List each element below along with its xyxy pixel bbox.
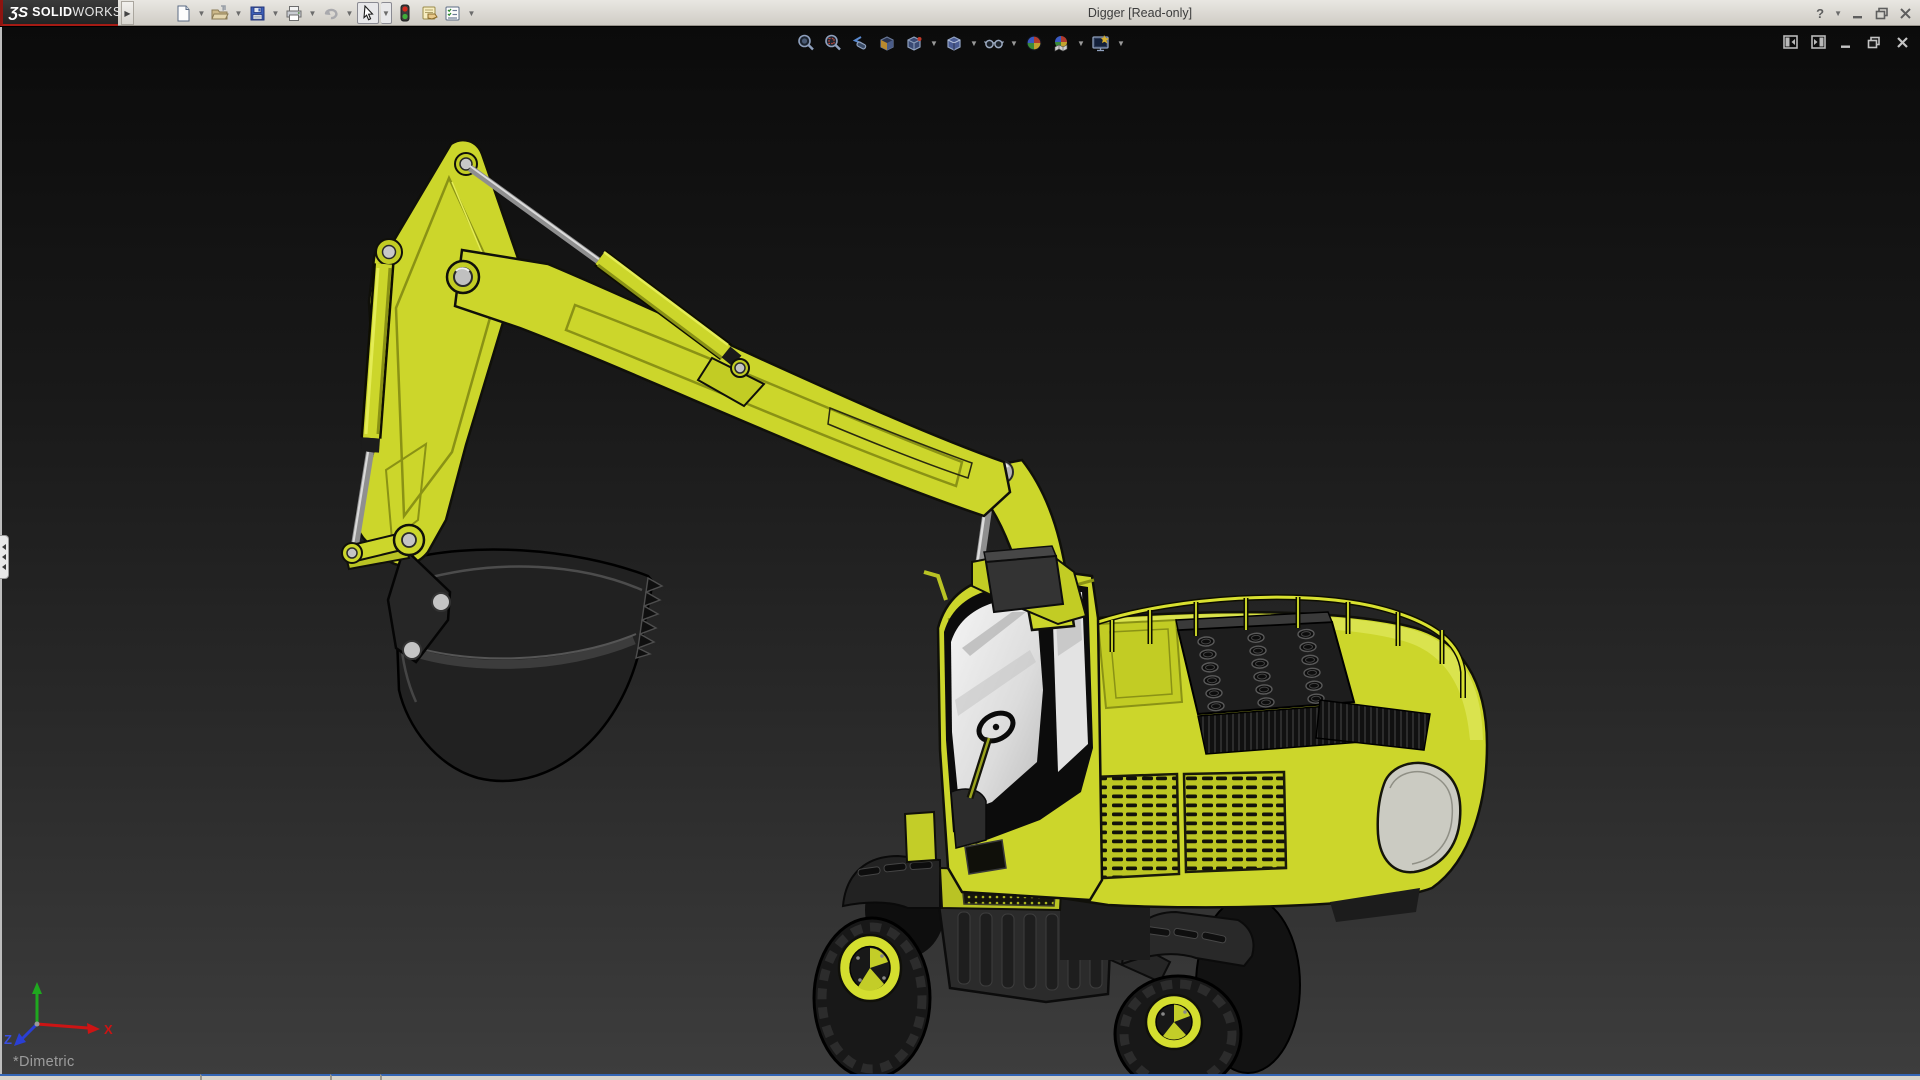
select-cursor-icon: [361, 5, 376, 21]
view-orientation-label: *Dimetric: [13, 1054, 75, 1070]
undo-icon: [322, 5, 340, 22]
new-document-icon: [175, 5, 192, 22]
apply-scene-dropdown[interactable]: ▼: [1076, 31, 1086, 55]
hide-show-items-icon: [983, 33, 1005, 53]
display-style-dropdown[interactable]: ▼: [969, 31, 979, 55]
status-pane: [0, 1074, 200, 1080]
close-button[interactable]: [1899, 7, 1912, 20]
open-icon: [211, 5, 229, 22]
window-title: Digger [Read-only]: [1000, 0, 1280, 26]
status-pane: [380, 1074, 1920, 1080]
open-button[interactable]: [209, 2, 231, 24]
chevron-left-icon: [2, 554, 6, 560]
save-button[interactable]: [246, 2, 268, 24]
brand-name-light: WORKS: [72, 5, 121, 19]
doc-close-button[interactable]: [1894, 34, 1910, 50]
hide-show-items-button[interactable]: [982, 31, 1006, 55]
print-button[interactable]: [283, 2, 305, 24]
options-button[interactable]: [442, 2, 464, 24]
document-window-controls: [1782, 34, 1910, 50]
heads-up-view-toolbar: ▼ ▼ ▼: [794, 31, 1126, 55]
select-tool-dropdown[interactable]: ▼: [381, 2, 392, 24]
doc-minimize-icon: [1840, 36, 1853, 49]
pane-left-icon: [1783, 35, 1798, 49]
print-icon: [285, 5, 303, 22]
front-right-wheel: [1115, 976, 1241, 1074]
restore-button[interactable]: [1875, 7, 1889, 20]
doc-minimize-button[interactable]: [1838, 34, 1854, 50]
apply-scene-button[interactable]: [1049, 31, 1073, 55]
view-orientation-dropdown[interactable]: ▼: [929, 31, 939, 55]
display-style-icon: [944, 33, 964, 53]
solidworks-logo: ƷS SOLIDWORKS: [0, 0, 118, 26]
options-icon: [444, 5, 462, 22]
status-bar: [0, 1074, 1920, 1080]
help-button[interactable]: ?: [1816, 6, 1824, 21]
section-view-icon: [877, 33, 897, 53]
chevron-left-icon: [2, 564, 6, 570]
titlebar-right-controls: ? ▼: [1816, 0, 1912, 26]
graphics-viewport[interactable]: X Z: [0, 27, 1920, 1074]
collapse-pane-left-button[interactable]: [1782, 34, 1798, 50]
collapse-pane-right-button[interactable]: [1810, 34, 1826, 50]
display-style-button[interactable]: [942, 31, 966, 55]
front-left-wheel: [814, 918, 930, 1074]
brand-name-bold: SOLID: [32, 5, 72, 19]
zoom-to-fit-button[interactable]: [794, 31, 818, 55]
view-settings-button[interactable]: [1089, 31, 1113, 55]
print-dropdown[interactable]: ▼: [307, 2, 318, 24]
edit-appearance-icon: [1024, 33, 1044, 53]
main-toolbar: ▼ ▼ ▼: [172, 0, 477, 26]
cab: [938, 570, 1102, 900]
view-settings-icon: [1090, 33, 1112, 53]
doc-restore-icon: [1867, 36, 1881, 49]
triad-x-label: X: [104, 1022, 113, 1037]
feature-pane-expand-handle[interactable]: [0, 535, 9, 579]
new-document-button[interactable]: [172, 2, 194, 24]
help-dropdown[interactable]: ▼: [1834, 9, 1842, 18]
view-orientation-cube-icon: [904, 33, 924, 53]
triad-z-label: Z: [4, 1032, 12, 1047]
apply-scene-icon: [1051, 33, 1071, 53]
dassault-3s-logo-icon: ƷS: [9, 4, 28, 21]
menu-flyout-tab[interactable]: ▶: [121, 1, 134, 25]
doc-restore-button[interactable]: [1866, 34, 1882, 50]
view-orientation-button[interactable]: [902, 31, 926, 55]
undo-dropdown[interactable]: ▼: [344, 2, 355, 24]
new-document-dropdown[interactable]: ▼: [196, 2, 207, 24]
save-icon: [249, 5, 266, 22]
rebuild-button[interactable]: [394, 2, 416, 24]
options-dropdown[interactable]: ▼: [466, 2, 477, 24]
pane-right-icon: [1811, 35, 1826, 49]
status-pane: [200, 1074, 330, 1080]
title-bar: ƷS SOLIDWORKS ▶ ▼ ▼: [0, 0, 1920, 26]
open-dropdown[interactable]: ▼: [233, 2, 244, 24]
excavator-model-scene: X Z: [0, 27, 1920, 1074]
status-pane: [330, 1074, 380, 1080]
minimize-button[interactable]: [1852, 7, 1865, 20]
rebuild-traffic-light-icon: [400, 4, 410, 22]
previous-view-icon: [850, 33, 870, 53]
zoom-to-area-button[interactable]: [821, 31, 845, 55]
view-settings-dropdown[interactable]: ▼: [1116, 31, 1126, 55]
select-tool-button[interactable]: [357, 2, 379, 24]
section-view-button[interactable]: [875, 31, 899, 55]
zoom-to-fit-icon: [796, 33, 816, 53]
zoom-to-area-icon: [823, 33, 843, 53]
file-properties-button[interactable]: [418, 2, 440, 24]
chevron-left-icon: [2, 544, 6, 550]
save-dropdown[interactable]: ▼: [270, 2, 281, 24]
previous-view-button[interactable]: [848, 31, 872, 55]
file-properties-icon: [420, 5, 439, 22]
doc-close-icon: [1896, 36, 1909, 49]
hide-show-items-dropdown[interactable]: ▼: [1009, 31, 1019, 55]
edit-appearance-button[interactable]: [1022, 31, 1046, 55]
undo-button[interactable]: [320, 2, 342, 24]
